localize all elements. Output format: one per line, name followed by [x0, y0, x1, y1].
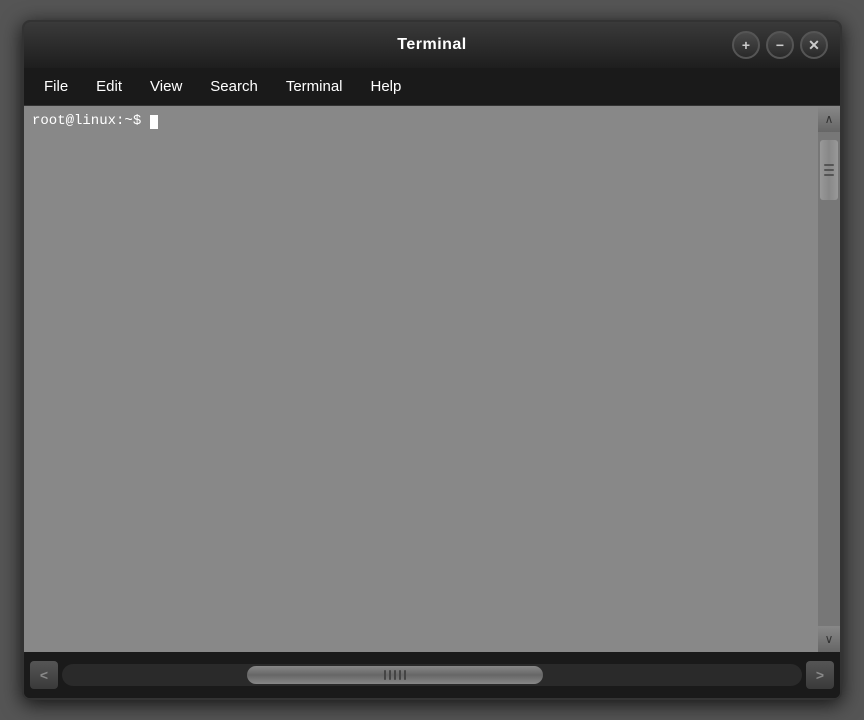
menu-file[interactable]: File [32, 74, 80, 99]
terminal-prompt: root@linux:~$ [32, 113, 141, 129]
window-controls: + − ✕ [732, 31, 828, 59]
menu-view[interactable]: View [138, 74, 194, 99]
terminal-cursor [150, 115, 158, 129]
add-tab-button[interactable]: + [732, 31, 760, 59]
window-title: Terminal [397, 36, 467, 54]
minimize-button[interactable]: − [766, 31, 794, 59]
thumb-line-2 [824, 169, 834, 171]
h-thumb-line-4 [399, 670, 401, 680]
menu-help[interactable]: Help [359, 74, 414, 99]
scroll-down-arrow[interactable]: ∨ [818, 626, 840, 652]
scroll-left-arrow[interactable]: < [30, 661, 58, 689]
scroll-thumb-grip [824, 164, 834, 176]
scroll-right-arrow[interactable]: > [806, 661, 834, 689]
menu-search[interactable]: Search [198, 74, 270, 99]
h-thumb-line-5 [404, 670, 406, 680]
thumb-line-3 [824, 174, 834, 176]
terminal-content[interactable]: root@linux:~$ [24, 106, 818, 652]
scroll-up-arrow[interactable]: ∧ [818, 106, 840, 132]
menu-terminal[interactable]: Terminal [274, 74, 355, 99]
thumb-line-1 [824, 164, 834, 166]
vertical-scroll-thumb[interactable] [820, 140, 838, 200]
terminal-prompt-line: root@linux:~$ [32, 112, 810, 132]
menu-edit[interactable]: Edit [84, 74, 134, 99]
horizontal-scroll-track[interactable] [62, 664, 802, 686]
h-thumb-line-2 [389, 670, 391, 680]
menu-bar: File Edit View Search Terminal Help [24, 68, 840, 106]
vertical-scrollbar: ∧ ∨ [818, 106, 840, 652]
h-thumb-line-3 [394, 670, 396, 680]
horizontal-scroll-thumb[interactable] [247, 666, 543, 684]
h-thumb-line-1 [384, 670, 386, 680]
vertical-scroll-track[interactable] [818, 132, 840, 626]
close-button[interactable]: ✕ [800, 31, 828, 59]
terminal-window: Terminal + − ✕ File Edit View Search Ter… [22, 20, 842, 700]
title-bar: Terminal + − ✕ [24, 22, 840, 68]
bottom-area: < > [24, 652, 840, 698]
main-area: root@linux:~$ ∧ ∨ [24, 106, 840, 652]
